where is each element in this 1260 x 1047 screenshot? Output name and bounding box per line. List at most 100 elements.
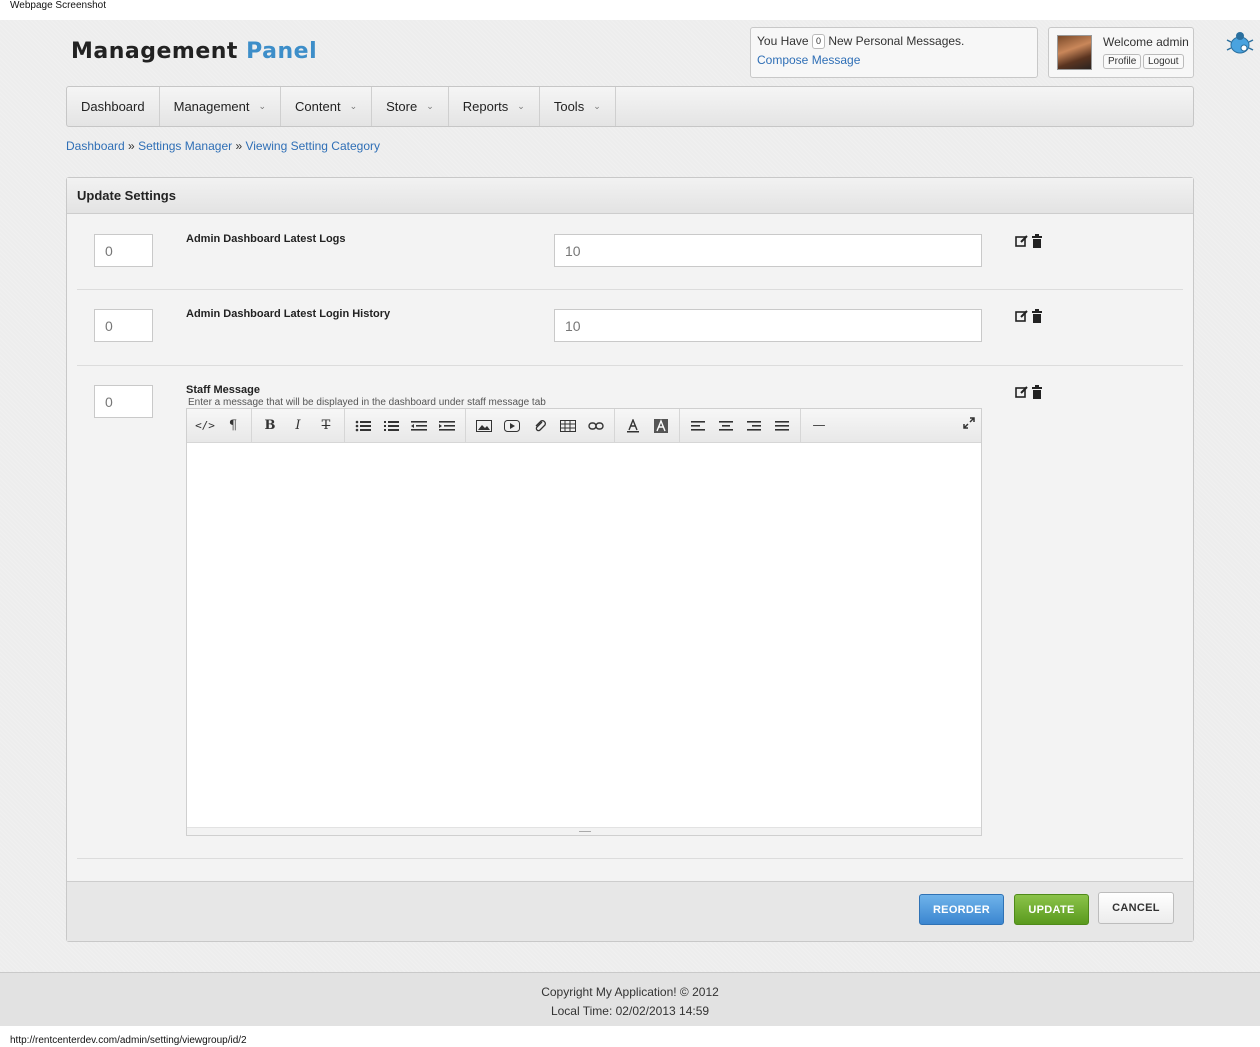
horizontal-rule-button[interactable]: —	[805, 414, 833, 438]
paperclip-icon	[535, 419, 546, 431]
setting-row: Staff Message Enter a message that will …	[77, 366, 1183, 859]
order-input[interactable]	[94, 309, 153, 342]
justify-button[interactable]	[768, 414, 796, 438]
nav-label: Tools	[553, 99, 585, 114]
row-actions	[1015, 309, 1043, 323]
toolbar-group	[680, 409, 801, 442]
strikethrough-button[interactable]: T	[312, 414, 340, 438]
edit-icon[interactable]	[1015, 234, 1029, 248]
background-color-button[interactable]	[647, 414, 675, 438]
local-time-text: Local Time: 02/02/2013 14:59	[550, 1004, 710, 1018]
toolbar-group: B I T	[252, 409, 345, 442]
setting-value-input[interactable]	[554, 309, 982, 342]
trash-icon[interactable]	[1031, 385, 1043, 399]
compose-message-link[interactable]: Compose Message	[757, 53, 1031, 67]
insert-video-button[interactable]	[498, 414, 526, 438]
font-color-icon	[627, 418, 639, 432]
nav-item-reports[interactable]: Reports ⌄	[449, 87, 540, 126]
panel-title: Update Settings	[67, 178, 1193, 214]
nav-label: Content	[295, 99, 341, 114]
breadcrumb-settings-link[interactable]: Settings Manager	[138, 139, 232, 153]
trash-icon[interactable]	[1031, 309, 1043, 323]
app-logo[interactable]: Management Panel	[71, 39, 317, 64]
row-actions	[1015, 234, 1043, 248]
chevron-down-icon: ⌄	[426, 101, 434, 111]
video-icon	[504, 419, 520, 432]
nav-item-dashboard[interactable]: Dashboard	[67, 87, 160, 126]
edit-icon[interactable]	[1015, 385, 1029, 399]
avatar	[1057, 35, 1092, 70]
setting-row: Admin Dashboard Latest Logs	[77, 214, 1183, 290]
reorder-button[interactable]: REORDER	[919, 894, 1004, 925]
copyright-text: Copyright My Application! © 2012	[541, 985, 719, 999]
order-input[interactable]	[94, 385, 153, 418]
cancel-button[interactable]: CANCEL	[1098, 892, 1174, 924]
logo-accent: Panel	[246, 39, 318, 64]
html-source-button[interactable]: </>	[191, 414, 219, 438]
outdent-button[interactable]	[405, 414, 433, 438]
toolbar-group	[345, 409, 466, 442]
edit-icon[interactable]	[1015, 309, 1029, 323]
editor-toolbar: </> ¶ B I T —	[187, 409, 981, 443]
site-footer: Copyright My Application! © 2012 Local T…	[0, 972, 1260, 1026]
user-box: Welcome admin Profile Logout	[1048, 27, 1194, 78]
highlight-icon	[654, 418, 668, 433]
nav-item-store[interactable]: Store ⌄	[372, 87, 449, 126]
unordered-list-icon	[355, 420, 371, 431]
editor-content-area[interactable]	[187, 443, 981, 827]
screenshot-caption: Webpage Screenshot	[10, 0, 106, 11]
italic-button[interactable]: I	[284, 414, 312, 438]
panel-actions: REORDER UPDATE CANCEL	[67, 881, 1193, 941]
breadcrumb-dashboard-link[interactable]: Dashboard	[66, 139, 125, 153]
align-center-button[interactable]	[712, 414, 740, 438]
main-nav: Dashboard Management ⌄ Content ⌄ Store ⌄…	[66, 86, 1194, 127]
insert-link-button[interactable]	[582, 414, 610, 438]
messages-count-badge: 0	[811, 34, 825, 49]
align-left-button[interactable]	[684, 414, 712, 438]
breadcrumb-separator: »	[124, 139, 139, 153]
editor-resize-handle[interactable]	[187, 827, 981, 835]
align-right-button[interactable]	[740, 414, 768, 438]
messages-prefix: You Have	[757, 34, 809, 48]
setting-row: Admin Dashboard Latest Login History	[77, 290, 1183, 366]
logout-button[interactable]: Logout	[1143, 54, 1184, 69]
align-right-icon	[747, 420, 761, 431]
setting-description: Enter a message that will be displayed i…	[188, 397, 546, 408]
font-color-button[interactable]	[619, 414, 647, 438]
justify-icon	[775, 420, 789, 431]
setting-label: Admin Dashboard Latest Login History	[186, 308, 391, 320]
indent-button[interactable]	[433, 414, 461, 438]
bold-button[interactable]: B	[256, 414, 284, 438]
status-url: http://rentcenterdev.com/admin/setting/v…	[10, 1035, 247, 1046]
nav-label: Reports	[462, 99, 509, 114]
image-icon	[476, 419, 492, 432]
toolbar-group	[466, 409, 615, 442]
update-button[interactable]: UPDATE	[1014, 894, 1089, 925]
insert-table-button[interactable]	[554, 414, 582, 438]
breadcrumb-current-link[interactable]: Viewing Setting Category	[245, 139, 380, 153]
bug-icon[interactable]	[1226, 28, 1254, 56]
insert-image-button[interactable]	[470, 414, 498, 438]
toolbar-group: </> ¶	[187, 409, 252, 442]
ordered-list-button[interactable]	[377, 414, 405, 438]
trash-icon[interactable]	[1031, 234, 1043, 248]
setting-value-input[interactable]	[554, 234, 982, 267]
nav-label: Management	[173, 99, 250, 114]
paragraph-format-button[interactable]: ¶	[219, 414, 247, 438]
fullscreen-icon[interactable]	[963, 417, 975, 429]
table-icon	[560, 419, 576, 432]
ordered-list-icon	[384, 420, 399, 431]
update-settings-panel: Update Settings Admin Dashboard Latest L…	[66, 177, 1194, 942]
align-left-icon	[691, 420, 705, 431]
order-input[interactable]	[94, 234, 153, 267]
nav-item-content[interactable]: Content ⌄	[281, 87, 373, 126]
attach-file-button[interactable]	[526, 414, 554, 438]
nav-item-management[interactable]: Management ⌄	[160, 87, 282, 126]
chevron-down-icon: ⌄	[258, 101, 267, 111]
nav-item-tools[interactable]: Tools ⌄	[540, 87, 616, 126]
unordered-list-button[interactable]	[349, 414, 377, 438]
toolbar-group: —	[801, 409, 837, 442]
nav-label: Dashboard	[81, 99, 145, 114]
toolbar-group	[615, 409, 680, 442]
profile-button[interactable]: Profile	[1103, 54, 1142, 69]
